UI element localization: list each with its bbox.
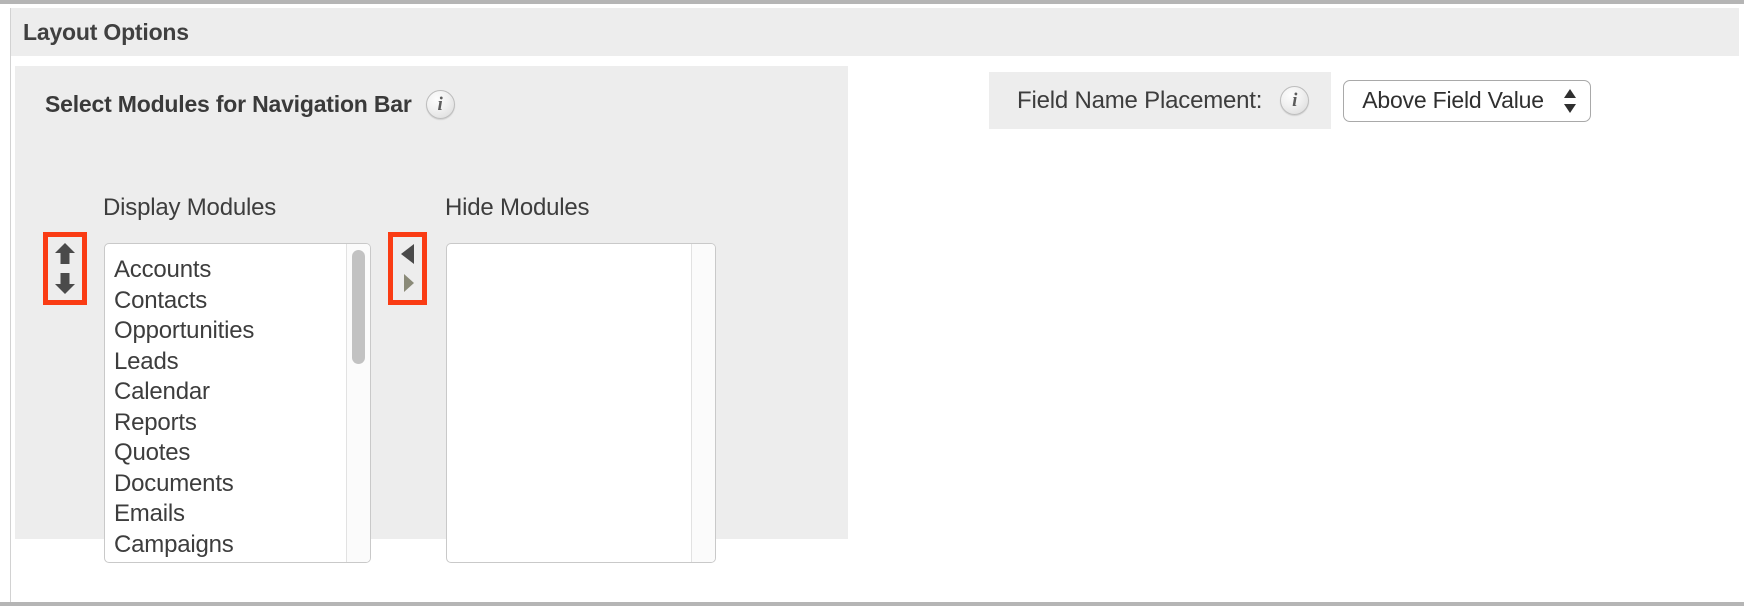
hide-modules-items[interactable] [447,244,691,562]
list-item[interactable]: Accounts [105,255,346,286]
field-name-placement-value: Above Field Value [1362,87,1544,113]
page-title: Layout Options [23,18,189,45]
select-modules-card: Select Modules for Navigation Bar i Disp… [15,66,848,563]
list-item[interactable]: Calendar [105,377,346,408]
list-item[interactable]: Emails [105,499,346,530]
layout-options-panel: Layout Options Select Modules for Naviga… [0,0,1744,606]
scrollbar-track[interactable] [346,244,370,562]
panel-body: Select Modules for Navigation Bar i Disp… [10,56,1739,602]
list-item[interactable]: Campaigns [105,530,346,561]
card-title-row: Select Modules for Navigation Bar i [45,90,455,119]
list-item[interactable]: Reports [105,408,346,439]
stepper-updown-icon[interactable] [1562,88,1578,114]
list-item[interactable]: Contacts [105,286,346,317]
field-name-placement-select[interactable]: Above Field Value [1343,79,1591,122]
scrollbar-track[interactable] [691,244,715,562]
arrow-down-icon[interactable] [52,270,78,296]
list-item[interactable]: Leads [105,347,346,378]
arrow-up-icon[interactable] [52,241,78,267]
select-modules-title: Select Modules for Navigation Bar [45,91,412,117]
hide-modules-listbox[interactable] [446,243,716,563]
info-icon[interactable]: i [425,90,455,119]
list-item[interactable]: Quotes [105,438,346,469]
display-modules-label: Display Modules [103,194,277,221]
list-item[interactable]: Documents [105,469,346,500]
arrow-left-icon[interactable] [397,243,419,265]
info-icon[interactable]: i [1280,86,1310,115]
hide-modules-label: Hide Modules [445,194,590,221]
field-name-placement-group: Field Name Placement: i Above Field Valu… [989,72,1591,129]
reorder-buttons-group [43,232,87,305]
field-name-placement-label-box: Field Name Placement: i [989,72,1332,129]
panel-header: Layout Options [10,8,1739,56]
display-modules-listbox[interactable]: Accounts Contacts Opportunities Leads Ca… [104,243,371,563]
field-name-placement-label: Field Name Placement: [1017,86,1263,114]
list-item[interactable]: Opportunities [105,316,346,347]
display-modules-items[interactable]: Accounts Contacts Opportunities Leads Ca… [105,244,346,562]
scrollbar-thumb[interactable] [352,250,365,364]
arrow-right-icon[interactable] [397,272,419,294]
transfer-buttons-group [388,232,427,305]
